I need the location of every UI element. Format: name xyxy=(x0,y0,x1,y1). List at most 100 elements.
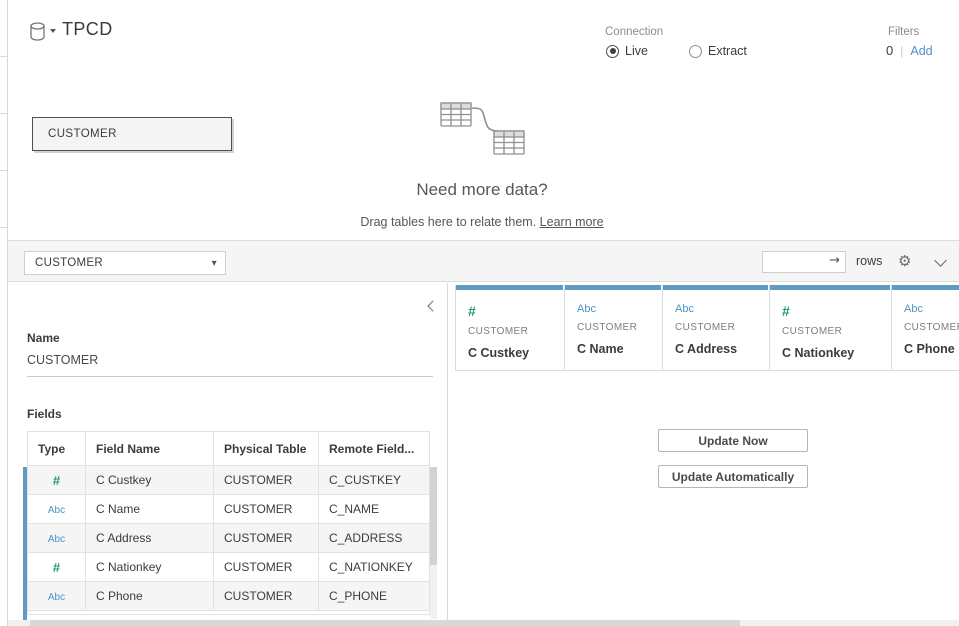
column-table-name: CUSTOMER xyxy=(904,322,959,333)
table-name-field[interactable]: CUSTOMER xyxy=(27,353,433,377)
canvas-table-customer[interactable]: CUSTOMER xyxy=(32,117,232,151)
collapse-panel-icon[interactable] xyxy=(427,300,438,311)
empty-state-text: Drag tables here to relate them. xyxy=(360,215,536,229)
filters-block: Filters 0 | Add xyxy=(888,26,919,38)
physical-table-cell: CUSTOMER xyxy=(214,524,319,553)
add-filter-link[interactable]: Add xyxy=(910,44,932,58)
remote-field-cell: C_PHONE xyxy=(319,582,430,611)
table-row[interactable]: Abc C Name CUSTOMER C_NAME xyxy=(28,495,430,524)
filters-divider: | xyxy=(900,44,903,58)
grid-column-c-name[interactable]: Abc CUSTOMER C Name xyxy=(565,285,663,371)
column-table-name: CUSTOMER xyxy=(675,322,769,333)
col-header-type[interactable]: Type xyxy=(28,432,86,466)
field-name-cell: C Nationkey xyxy=(86,553,214,582)
extract-radio[interactable] xyxy=(689,45,702,58)
string-type-icon[interactable]: Abc xyxy=(48,534,65,545)
physical-table-cell: CUSTOMER xyxy=(214,466,319,495)
grid-column-c-phone[interactable]: Abc CUSTOMER C Phone xyxy=(892,285,959,371)
row-drag-stripe xyxy=(23,467,27,620)
table-select-value: CUSTOMER xyxy=(35,257,103,269)
data-grid-header: # CUSTOMER C Custkey Abc CUSTOMER C Name… xyxy=(455,285,959,371)
update-now-button[interactable]: Update Now xyxy=(658,429,808,452)
physical-table-cell: CUSTOMER xyxy=(214,553,319,582)
remote-field-cell: C_NATIONKEY xyxy=(319,553,430,582)
gear-icon[interactable]: ⚙ xyxy=(898,252,911,270)
string-type-icon: Abc xyxy=(675,303,769,315)
col-header-remote-field[interactable]: Remote Field... xyxy=(319,432,430,466)
number-type-icon[interactable]: # xyxy=(53,560,60,575)
extract-radio-label: Extract xyxy=(708,44,747,58)
string-type-icon: Abc xyxy=(577,303,662,315)
number-type-icon: # xyxy=(782,303,891,319)
col-header-physical-table[interactable]: Physical Table xyxy=(214,432,319,466)
data-grid-panel: # CUSTOMER C Custkey Abc CUSTOMER C Name… xyxy=(448,283,959,620)
chevron-down-icon: ▾ xyxy=(212,258,217,269)
left-rail[interactable] xyxy=(0,0,8,626)
horizontal-scrollbar-thumb[interactable] xyxy=(30,620,740,626)
field-name-cell: C Address xyxy=(86,524,214,553)
table-row[interactable]: Abc C Address CUSTOMER C_ADDRESS xyxy=(28,524,430,553)
table-row[interactable]: # C Nationkey CUSTOMER C_NATIONKEY xyxy=(28,553,430,582)
field-name-cell: C Custkey xyxy=(86,466,214,495)
string-type-icon[interactable]: Abc xyxy=(48,505,65,516)
grid-column-c-nationkey[interactable]: # CUSTOMER C Nationkey xyxy=(770,285,892,371)
string-type-icon: Abc xyxy=(904,303,959,315)
remote-field-cell: C_ADDRESS xyxy=(319,524,430,553)
fields-scrollbar-thumb[interactable] xyxy=(430,467,437,565)
connection-block: Connection Live Extract xyxy=(605,26,663,38)
fields-header-row: Type Field Name Physical Table Remote Fi… xyxy=(28,432,430,466)
rows-input-group: → xyxy=(762,251,846,273)
rows-label: rows xyxy=(856,254,882,268)
physical-table-cell: CUSTOMER xyxy=(214,495,319,524)
collapse-grid-chevron-icon[interactable] xyxy=(934,254,947,267)
grid-column-c-address[interactable]: Abc CUSTOMER C Address xyxy=(663,285,770,371)
remote-field-cell: C_CUSTKEY xyxy=(319,466,430,495)
grid-toolbar: CUSTOMER ▾ → rows ⚙ xyxy=(8,240,959,282)
field-name-cell: C Name xyxy=(86,495,214,524)
column-table-name: CUSTOMER xyxy=(468,326,564,337)
table-row[interactable]: Abc C Phone CUSTOMER C_PHONE xyxy=(28,582,430,611)
live-radio-label: Live xyxy=(625,44,648,58)
filters-count: 0 xyxy=(886,43,893,58)
filters-label: Filters xyxy=(888,26,919,38)
rail-tick xyxy=(0,170,8,171)
physical-table-cell: CUSTOMER xyxy=(214,582,319,611)
column-field-name: C Name xyxy=(577,342,662,356)
rail-tick xyxy=(0,56,8,57)
remote-field-cell: C_NAME xyxy=(319,495,430,524)
tableau-datasource-page: TPCD Connection Live Extract Filters 0 |… xyxy=(0,0,959,626)
field-name-cell: C Phone xyxy=(86,582,214,611)
horizontal-scrollbar[interactable] xyxy=(8,620,959,626)
table-row-partial xyxy=(28,611,430,615)
column-field-name: C Nationkey xyxy=(782,346,891,360)
column-table-name: CUSTOMER xyxy=(577,322,662,333)
live-radio[interactable] xyxy=(606,45,619,58)
table-row[interactable]: # C Custkey CUSTOMER C_CUSTKEY xyxy=(28,466,430,495)
fields-label: Fields xyxy=(27,407,62,421)
column-field-name: C Address xyxy=(675,342,769,356)
relate-tables-illustration xyxy=(432,98,532,167)
rail-tick xyxy=(0,227,8,228)
string-type-icon[interactable]: Abc xyxy=(48,592,65,603)
column-table-name: CUSTOMER xyxy=(782,326,891,337)
col-header-field-name[interactable]: Field Name xyxy=(86,432,214,466)
number-type-icon: # xyxy=(468,303,564,319)
fields-table: Type Field Name Physical Table Remote Fi… xyxy=(27,431,430,615)
grid-column-c-custkey[interactable]: # CUSTOMER C Custkey xyxy=(455,285,565,371)
number-type-icon[interactable]: # xyxy=(53,473,60,488)
connection-label: Connection xyxy=(605,26,663,38)
learn-more-link[interactable]: Learn more xyxy=(540,215,604,229)
column-field-name: C Phone xyxy=(904,342,959,356)
update-automatically-button[interactable]: Update Automatically xyxy=(658,465,808,488)
empty-state-title: Need more data? xyxy=(292,180,672,200)
table-select-dropdown[interactable]: CUSTOMER ▾ xyxy=(24,251,226,275)
name-label: Name xyxy=(27,331,60,345)
apply-rows-arrow-icon[interactable]: → xyxy=(829,253,840,268)
database-icon[interactable] xyxy=(29,22,59,44)
column-field-name: C Custkey xyxy=(468,346,564,360)
metadata-panel: Name CUSTOMER Fields Type Field Name Phy… xyxy=(8,283,448,620)
empty-state-subtitle: Drag tables here to relate them. Learn m… xyxy=(242,215,722,229)
rail-tick xyxy=(0,113,8,114)
fields-vertical-scrollbar[interactable] xyxy=(430,467,437,619)
page-title[interactable]: TPCD xyxy=(62,19,113,40)
